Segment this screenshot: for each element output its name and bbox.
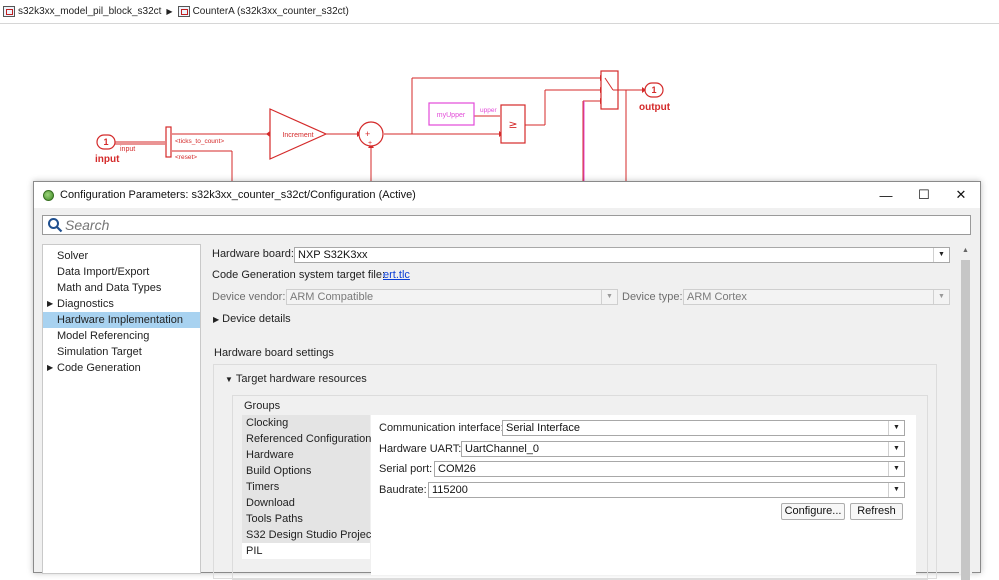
chevron-down-icon: ▼	[933, 248, 949, 262]
expand-arrow-icon[interactable]: ▶	[47, 296, 53, 312]
dialog-title: Configuration Parameters: s32k3xx_counte…	[60, 189, 416, 201]
chevron-down-icon: ▼	[888, 483, 904, 497]
gain-block[interactable]: Increment	[269, 108, 328, 160]
chevron-down-icon: ▼	[888, 462, 904, 476]
settings-panel: Hardware board: NXP S32K3xx ▼ Code Gener…	[206, 244, 966, 580]
subsystem-icon	[177, 6, 190, 17]
tree-item-solver[interactable]: Solver	[43, 248, 200, 264]
target-file-label: Code Generation system target file:	[212, 269, 386, 281]
category-tree: Solver Data Import/Export Math and Data …	[42, 244, 201, 574]
tree-item-model-referencing[interactable]: Model Referencing	[43, 328, 200, 344]
matlab-config-icon	[43, 189, 54, 201]
svg-text:input: input	[95, 154, 120, 165]
board-settings-heading: Hardware board settings	[214, 347, 334, 359]
model-icon	[3, 6, 15, 17]
hardware-uart-label: Hardware UART:	[379, 443, 462, 455]
dialog-titlebar[interactable]: Configuration Parameters: s32k3xx_counte…	[34, 182, 980, 208]
inport-block[interactable]: 1 input input	[95, 134, 135, 165]
collapse-arrow-icon: ▼	[225, 375, 233, 384]
tree-item-simulation-target[interactable]: Simulation Target	[43, 344, 200, 360]
chevron-down-icon: ▼	[888, 421, 904, 435]
comm-interface-label: Communication interface:	[379, 422, 504, 434]
scrollbar-thumb[interactable]	[961, 260, 970, 580]
sum-block[interactable]: + +	[358, 121, 384, 147]
simulink-diagram: 1 input input <ticks_to_count> <reset> I…	[95, 70, 671, 195]
compare-block[interactable]: ≥	[500, 104, 526, 144]
vertical-scrollbar[interactable]: ▲	[959, 244, 972, 580]
group-item-s32-design-studio-project[interactable]: S32 Design Studio Project	[242, 527, 374, 543]
outport-block[interactable]: 1 output	[639, 82, 671, 113]
refresh-button[interactable]: Refresh	[850, 503, 903, 520]
expand-arrow-icon[interactable]: ▶	[47, 360, 53, 376]
maximize-button[interactable]: ☐	[905, 182, 943, 208]
baudrate-select[interactable]: 115200 ▼	[428, 482, 905, 498]
breadcrumb: s32k3xx_model_pil_block_s32ct ▶ CounterA…	[0, 0, 999, 24]
chevron-down-icon: ▼	[888, 442, 904, 456]
breadcrumb-subsystem[interactable]: CounterA (s32k3xx_counter_s32ct)	[193, 6, 349, 17]
pil-settings: Communication interface: Serial Interfac…	[371, 415, 916, 575]
svg-text:1: 1	[651, 85, 656, 95]
group-item-referenced-configuration[interactable]: Referenced Configuration	[242, 431, 371, 447]
minimize-button[interactable]: —	[867, 182, 905, 208]
tree-item-diagnostics[interactable]: ▶ Diagnostics	[43, 296, 200, 312]
svg-text:Increment: Increment	[282, 132, 313, 139]
close-button[interactable]: ✕	[942, 182, 980, 208]
device-details-toggle[interactable]: ▶ Device details	[213, 313, 291, 325]
group-item-timers[interactable]: Timers	[242, 479, 370, 495]
svg-text:<reset>: <reset>	[175, 154, 197, 161]
group-item-build-options[interactable]: Build Options	[242, 463, 370, 479]
svg-text:≥: ≥	[508, 118, 517, 131]
chevron-down-icon: ▼	[601, 290, 617, 304]
search-icon	[48, 218, 63, 233]
switch-block[interactable]	[600, 70, 619, 110]
svg-text:input: input	[120, 146, 135, 153]
svg-text:+: +	[368, 140, 372, 147]
breadcrumb-model[interactable]: s32k3xx_model_pil_block_s32ct	[18, 6, 161, 17]
serial-port-label: Serial port:	[379, 463, 433, 475]
constant-block[interactable]: myUpper upper	[428, 102, 497, 126]
target-file-link[interactable]: ert.tlc	[383, 269, 410, 281]
target-resources-toggle[interactable]: ▼ Target hardware resources	[225, 373, 367, 385]
hardware-board-label: Hardware board:	[212, 248, 294, 260]
svg-text:myUpper: myUpper	[437, 112, 466, 119]
tree-item-hardware-implementation[interactable]: Hardware Implementation	[43, 312, 200, 328]
group-item-pil[interactable]: PIL	[242, 543, 370, 559]
configure-button[interactable]: Configure...	[781, 503, 845, 520]
device-type-select: ARM Cortex ▼	[683, 289, 950, 305]
svg-text:<ticks_to_count>: <ticks_to_count>	[175, 138, 224, 145]
svg-text:+: +	[365, 129, 370, 139]
tree-item-math-data-types[interactable]: Math and Data Types	[43, 280, 200, 296]
hardware-board-select[interactable]: NXP S32K3xx ▼	[294, 247, 950, 263]
group-item-tools-paths[interactable]: Tools Paths	[242, 511, 370, 527]
groups-list: Clocking Referenced Configuration Hardwa…	[242, 415, 374, 575]
chevron-down-icon: ▼	[933, 290, 949, 304]
tree-item-code-generation[interactable]: ▶ Code Generation	[43, 360, 200, 376]
breadcrumb-separator: ▶	[166, 7, 173, 16]
device-vendor-select: ARM Compatible ▼	[286, 289, 618, 305]
device-type-label: Device type:	[622, 291, 683, 303]
configuration-dialog: Configuration Parameters: s32k3xx_counte…	[33, 181, 981, 580]
hardware-uart-select[interactable]: UartChannel_0 ▼	[461, 441, 905, 457]
search-box[interactable]	[42, 215, 971, 235]
bus-selector-block[interactable]: <ticks_to_count> <reset>	[165, 126, 224, 161]
tree-item-data-import-export[interactable]: Data Import/Export	[43, 264, 200, 280]
groups-label: Groups	[244, 400, 281, 412]
group-item-download[interactable]: Download	[242, 495, 370, 511]
svg-text:upper: upper	[480, 107, 497, 114]
comm-interface-select[interactable]: Serial Interface ▼	[502, 420, 905, 436]
expand-arrow-icon: ▶	[213, 315, 220, 324]
baudrate-label: Baudrate:	[379, 484, 427, 496]
svg-text:output: output	[639, 102, 671, 113]
group-item-clocking[interactable]: Clocking	[242, 415, 370, 431]
svg-text:1: 1	[103, 137, 108, 147]
scroll-up-icon[interactable]: ▲	[962, 247, 969, 254]
device-vendor-label: Device vendor:	[212, 291, 286, 303]
group-item-hardware[interactable]: Hardware	[242, 447, 370, 463]
search-input[interactable]	[65, 217, 945, 233]
serial-port-select[interactable]: COM26 ▼	[434, 461, 905, 477]
